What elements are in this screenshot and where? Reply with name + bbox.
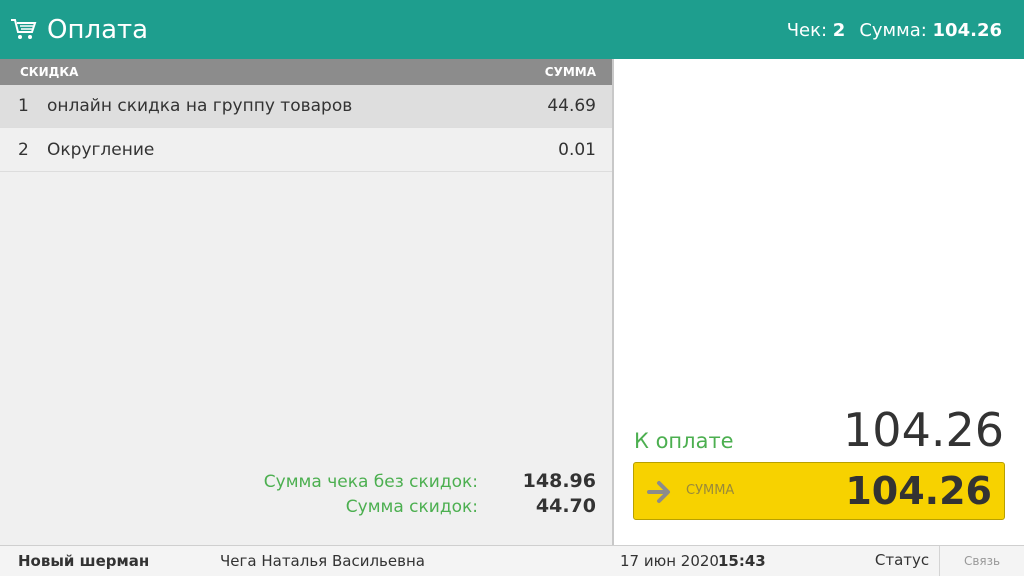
receipt-label: Чек:: [786, 20, 828, 41]
status-button[interactable]: Статус: [866, 546, 938, 576]
cart-icon: [11, 19, 37, 39]
store-name: Новый шерман: [18, 552, 150, 570]
row-number: 2: [18, 140, 29, 160]
row-name: онлайн скидка на группу товаров: [47, 96, 353, 116]
table-row[interactable]: 1 онлайн скидка на группу товаров 44.69: [0, 85, 612, 128]
column-discount: СКИДКА: [20, 65, 79, 79]
discount-panel: СКИДКА СУММА 1 онлайн скидка на группу т…: [0, 59, 614, 545]
no-discount-value: 148.96: [522, 470, 596, 492]
table-header: СКИДКА СУММА: [0, 59, 612, 85]
row-amount: 44.69: [547, 96, 596, 116]
discount-label: Сумма скидок:: [345, 497, 478, 517]
row-name: Округление: [47, 140, 155, 160]
receipt-number: 2: [832, 20, 846, 41]
connection-button[interactable]: Связь: [939, 546, 1024, 576]
to-pay-label: К оплате: [634, 429, 734, 453]
time: 15:43: [718, 552, 766, 570]
row-number: 1: [18, 96, 29, 116]
arrow-right-icon: [647, 481, 670, 503]
no-discount-label: Сумма чека без скидок:: [263, 472, 478, 492]
pay-amount-value: 104.26: [845, 469, 992, 513]
date: 17 июн 2020: [620, 552, 719, 570]
status-bar: Новый шерман Чега Наталья Васильевна 17 …: [0, 545, 1024, 576]
payment-panel: К оплате 104.26 СУММА 104.26: [616, 59, 1024, 545]
pay-amount-button[interactable]: СУММА 104.26: [633, 462, 1005, 520]
row-amount: 0.01: [558, 140, 596, 160]
page-title: Оплата: [47, 15, 149, 45]
table-row[interactable]: 2 Округление 0.01: [0, 129, 612, 172]
cashier-name: Чега Наталья Васильевна: [220, 552, 425, 570]
column-sum: СУММА: [544, 65, 596, 79]
sum-value: 104.26: [932, 20, 1002, 41]
to-pay-value: 104.26: [843, 403, 1004, 457]
receipt-summary: Чек: 2 Сумма: 104.26: [787, 19, 1002, 43]
discount-value: 44.70: [535, 495, 596, 517]
app-header: Оплата Чек: 2 Сумма: 104.26: [0, 0, 1024, 59]
sum-label: Сумма:: [859, 20, 927, 41]
pay-amount-label: СУММА: [686, 483, 735, 498]
